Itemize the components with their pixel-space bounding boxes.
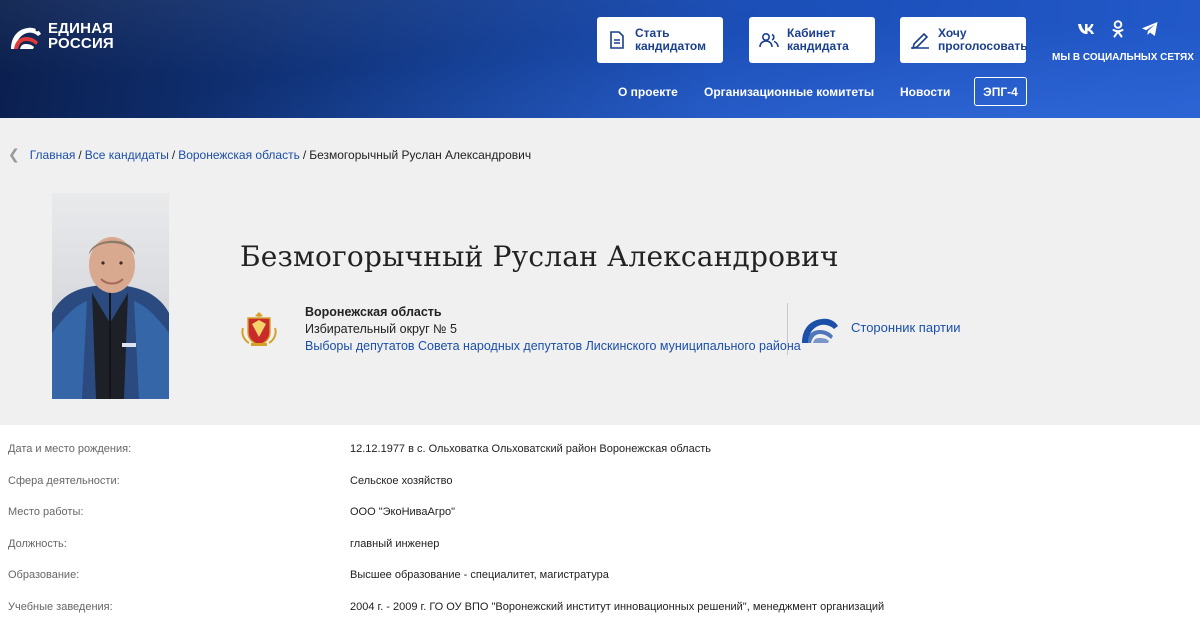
chevron-left-icon[interactable]: ❮: [8, 146, 20, 163]
breadcrumb-home[interactable]: Главная: [30, 148, 76, 162]
info-value: ООО "ЭкоНиваАгро": [350, 506, 456, 518]
ok-icon[interactable]: [1109, 20, 1127, 38]
info-key: Должность:: [8, 537, 67, 550]
region-info: Воронежская область Избирательный округ …: [305, 304, 801, 355]
info-row: Дата и место рождения: 12.12.1977 в с. О…: [0, 433, 1200, 465]
want-to-vote-button[interactable]: Хочу проголосовать: [900, 17, 1028, 63]
candidate-photo: [52, 193, 169, 399]
info-row: Сфера деятельности: Сельское хозяйство: [0, 465, 1200, 497]
info-value: Сельское хозяйство: [350, 474, 453, 487]
info-value: 12.12.1977 в с. Ольховатка Ольховатский …: [350, 443, 711, 455]
info-row: Должность: главный инженер: [0, 528, 1200, 560]
candidate-cabinet-label: Кабинет кандидата: [787, 26, 849, 53]
nav-news[interactable]: Новости: [900, 85, 950, 99]
nav-committees-link[interactable]: Организационные комитеты: [704, 85, 874, 99]
region-coat-of-arms-icon: [240, 310, 278, 348]
nav-about[interactable]: О проекте: [618, 85, 678, 99]
party-bear-icon: [800, 311, 840, 347]
epg-button[interactable]: ЭПГ-4: [974, 77, 1027, 106]
want-to-vote-label: Хочу проголосовать: [938, 26, 1028, 53]
district-name: Избирательный округ № 5: [305, 322, 457, 336]
election-link[interactable]: Выборы депутатов Совета народных депутат…: [305, 338, 801, 355]
document-icon: [607, 30, 627, 50]
party-logo[interactable]: ЕДИНАЯ РОССИЯ: [8, 16, 133, 56]
breadcrumb-separator: /: [302, 147, 307, 162]
become-candidate-button[interactable]: Стать кандидатом: [597, 17, 723, 63]
info-value: главный инженер: [350, 537, 440, 550]
logo-line-2: РОССИЯ: [48, 35, 114, 52]
info-row: Образование: Высшее образование - специа…: [0, 559, 1200, 591]
social-caption: МЫ В СОЦИАЛЬНЫХ СЕТЯХ: [1052, 52, 1194, 63]
become-candidate-label: Стать кандидатом: [635, 26, 706, 53]
social-icons: [1077, 20, 1159, 38]
info-key: Учебные заведения:: [8, 600, 113, 613]
candidate-cabinet-button[interactable]: Кабинет кандидата: [749, 17, 875, 63]
info-row: Учебные заведения: 2004 г. - 2009 г. ГО …: [0, 591, 1200, 623]
breadcrumb-current: Безмогорычный Руслан Александрович: [309, 147, 532, 162]
pen-vote-icon: [910, 30, 930, 50]
breadcrumb-all-candidates[interactable]: Все кандидаты: [85, 148, 169, 162]
info-key: Место работы:: [8, 506, 84, 518]
breadcrumb: ❮ Главная / Все кандидаты / Воронежская …: [8, 146, 531, 163]
info-value: 2004 г. - 2009 г. ГО ОУ ВПО "Воронежский…: [350, 600, 885, 613]
divider: [787, 303, 788, 355]
info-key: Образование:: [8, 569, 80, 581]
nav-committees[interactable]: Организационные комитеты: [704, 85, 874, 99]
breadcrumb-separator: /: [78, 147, 82, 162]
region-name: Воронежская область: [305, 305, 442, 319]
users-icon: [759, 30, 779, 50]
info-key: Сфера деятельности:: [8, 474, 120, 487]
info-value: Высшее образование - специалитет, магист…: [350, 569, 609, 581]
info-key: Дата и место рождения:: [8, 443, 132, 455]
candidate-name: Безмогорычный Руслан Александрович: [240, 240, 839, 273]
nav-news-link[interactable]: Новости: [900, 85, 950, 99]
logo-line-1: ЕДИНАЯ: [48, 20, 114, 37]
telegram-icon[interactable]: [1141, 20, 1159, 38]
info-row: Место работы: ООО "ЭкоНиваАгро": [0, 496, 1200, 528]
site-header: ЕДИНАЯ РОССИЯ Стать кандидатом Кабинет к…: [0, 0, 1200, 118]
vk-icon[interactable]: [1077, 20, 1095, 38]
bear-logo-icon: [11, 27, 41, 49]
logo-text: ЕДИНАЯ РОССИЯ: [48, 21, 114, 51]
nav-about-link[interactable]: О проекте: [618, 85, 678, 99]
breadcrumb-region[interactable]: Воронежская область: [178, 148, 300, 162]
party-status: Сторонник партии: [851, 320, 961, 335]
breadcrumb-separator: /: [171, 147, 176, 162]
candidate-info-table: Дата и место рождения: 12.12.1977 в с. О…: [0, 433, 1200, 622]
